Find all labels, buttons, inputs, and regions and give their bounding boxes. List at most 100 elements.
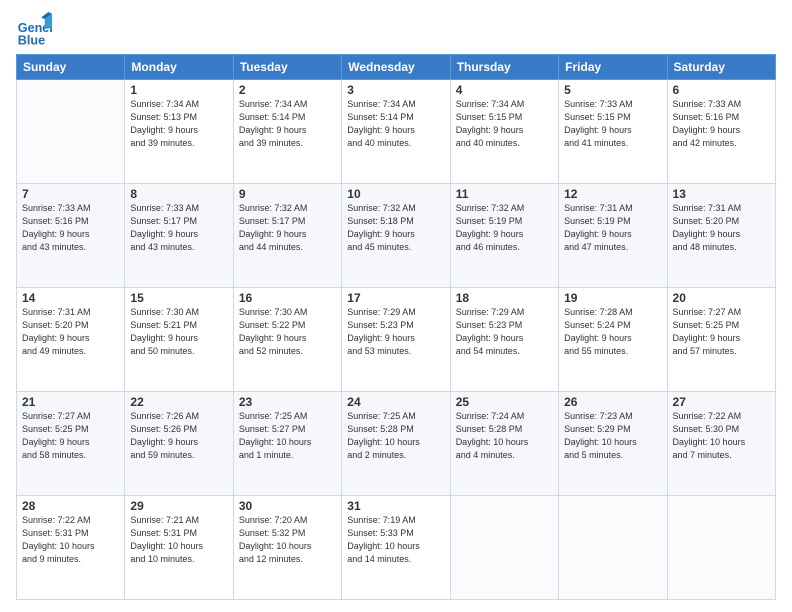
day-info: Sunrise: 7:31 AMSunset: 5:20 PMDaylight:… [22,306,119,358]
day-number: 25 [456,395,553,409]
calendar-cell: 2Sunrise: 7:34 AMSunset: 5:14 PMDaylight… [233,80,341,184]
calendar-week-1: 1Sunrise: 7:34 AMSunset: 5:13 PMDaylight… [17,80,776,184]
calendar-cell: 9Sunrise: 7:32 AMSunset: 5:17 PMDaylight… [233,184,341,288]
day-info: Sunrise: 7:28 AMSunset: 5:24 PMDaylight:… [564,306,661,358]
day-info: Sunrise: 7:24 AMSunset: 5:28 PMDaylight:… [456,410,553,462]
calendar-cell: 15Sunrise: 7:30 AMSunset: 5:21 PMDayligh… [125,288,233,392]
day-number: 9 [239,187,336,201]
day-info: Sunrise: 7:31 AMSunset: 5:19 PMDaylight:… [564,202,661,254]
calendar-week-2: 7Sunrise: 7:33 AMSunset: 5:16 PMDaylight… [17,184,776,288]
calendar-week-3: 14Sunrise: 7:31 AMSunset: 5:20 PMDayligh… [17,288,776,392]
day-number: 1 [130,83,227,97]
day-info: Sunrise: 7:32 AMSunset: 5:19 PMDaylight:… [456,202,553,254]
day-info: Sunrise: 7:27 AMSunset: 5:25 PMDaylight:… [22,410,119,462]
calendar-header-row: SundayMondayTuesdayWednesdayThursdayFrid… [17,55,776,80]
calendar-cell [17,80,125,184]
calendar-cell: 27Sunrise: 7:22 AMSunset: 5:30 PMDayligh… [667,392,775,496]
calendar-table: SundayMondayTuesdayWednesdayThursdayFrid… [16,54,776,600]
logo: General Blue [16,12,52,48]
calendar-cell: 21Sunrise: 7:27 AMSunset: 5:25 PMDayligh… [17,392,125,496]
day-info: Sunrise: 7:33 AMSunset: 5:16 PMDaylight:… [673,98,770,150]
day-number: 11 [456,187,553,201]
calendar-cell [450,496,558,600]
calendar-cell: 20Sunrise: 7:27 AMSunset: 5:25 PMDayligh… [667,288,775,392]
calendar-cell: 1Sunrise: 7:34 AMSunset: 5:13 PMDaylight… [125,80,233,184]
day-info: Sunrise: 7:25 AMSunset: 5:28 PMDaylight:… [347,410,444,462]
day-info: Sunrise: 7:19 AMSunset: 5:33 PMDaylight:… [347,514,444,566]
day-number: 4 [456,83,553,97]
day-info: Sunrise: 7:21 AMSunset: 5:31 PMDaylight:… [130,514,227,566]
calendar-cell: 31Sunrise: 7:19 AMSunset: 5:33 PMDayligh… [342,496,450,600]
calendar-cell: 22Sunrise: 7:26 AMSunset: 5:26 PMDayligh… [125,392,233,496]
calendar-body: 1Sunrise: 7:34 AMSunset: 5:13 PMDaylight… [17,80,776,600]
calendar-week-5: 28Sunrise: 7:22 AMSunset: 5:31 PMDayligh… [17,496,776,600]
day-number: 15 [130,291,227,305]
day-info: Sunrise: 7:22 AMSunset: 5:30 PMDaylight:… [673,410,770,462]
day-number: 16 [239,291,336,305]
calendar-cell: 14Sunrise: 7:31 AMSunset: 5:20 PMDayligh… [17,288,125,392]
day-number: 30 [239,499,336,513]
day-number: 31 [347,499,444,513]
day-number: 23 [239,395,336,409]
calendar-cell: 26Sunrise: 7:23 AMSunset: 5:29 PMDayligh… [559,392,667,496]
page-header: General Blue [16,12,776,48]
calendar-cell [667,496,775,600]
day-number: 29 [130,499,227,513]
day-info: Sunrise: 7:25 AMSunset: 5:27 PMDaylight:… [239,410,336,462]
svg-text:Blue: Blue [18,33,45,47]
day-info: Sunrise: 7:34 AMSunset: 5:14 PMDaylight:… [347,98,444,150]
weekday-header-sunday: Sunday [17,55,125,80]
calendar-cell: 16Sunrise: 7:30 AMSunset: 5:22 PMDayligh… [233,288,341,392]
day-number: 27 [673,395,770,409]
day-number: 13 [673,187,770,201]
day-number: 7 [22,187,119,201]
calendar-cell: 8Sunrise: 7:33 AMSunset: 5:17 PMDaylight… [125,184,233,288]
weekday-header-monday: Monday [125,55,233,80]
day-number: 2 [239,83,336,97]
calendar-cell: 11Sunrise: 7:32 AMSunset: 5:19 PMDayligh… [450,184,558,288]
calendar-cell: 3Sunrise: 7:34 AMSunset: 5:14 PMDaylight… [342,80,450,184]
day-number: 8 [130,187,227,201]
day-info: Sunrise: 7:33 AMSunset: 5:15 PMDaylight:… [564,98,661,150]
calendar-cell: 6Sunrise: 7:33 AMSunset: 5:16 PMDaylight… [667,80,775,184]
day-info: Sunrise: 7:34 AMSunset: 5:15 PMDaylight:… [456,98,553,150]
day-info: Sunrise: 7:32 AMSunset: 5:17 PMDaylight:… [239,202,336,254]
day-info: Sunrise: 7:32 AMSunset: 5:18 PMDaylight:… [347,202,444,254]
day-info: Sunrise: 7:23 AMSunset: 5:29 PMDaylight:… [564,410,661,462]
calendar-cell: 12Sunrise: 7:31 AMSunset: 5:19 PMDayligh… [559,184,667,288]
day-number: 3 [347,83,444,97]
weekday-header-tuesday: Tuesday [233,55,341,80]
calendar-cell: 29Sunrise: 7:21 AMSunset: 5:31 PMDayligh… [125,496,233,600]
day-number: 24 [347,395,444,409]
day-number: 14 [22,291,119,305]
logo-icon: General Blue [16,12,52,48]
weekday-header-thursday: Thursday [450,55,558,80]
calendar-week-4: 21Sunrise: 7:27 AMSunset: 5:25 PMDayligh… [17,392,776,496]
day-number: 20 [673,291,770,305]
day-number: 19 [564,291,661,305]
day-info: Sunrise: 7:26 AMSunset: 5:26 PMDaylight:… [130,410,227,462]
weekday-header-friday: Friday [559,55,667,80]
day-info: Sunrise: 7:29 AMSunset: 5:23 PMDaylight:… [456,306,553,358]
day-number: 18 [456,291,553,305]
calendar-cell: 4Sunrise: 7:34 AMSunset: 5:15 PMDaylight… [450,80,558,184]
day-info: Sunrise: 7:33 AMSunset: 5:16 PMDaylight:… [22,202,119,254]
day-number: 17 [347,291,444,305]
calendar-cell: 25Sunrise: 7:24 AMSunset: 5:28 PMDayligh… [450,392,558,496]
calendar-cell: 5Sunrise: 7:33 AMSunset: 5:15 PMDaylight… [559,80,667,184]
calendar-cell: 28Sunrise: 7:22 AMSunset: 5:31 PMDayligh… [17,496,125,600]
day-number: 28 [22,499,119,513]
day-info: Sunrise: 7:34 AMSunset: 5:14 PMDaylight:… [239,98,336,150]
calendar-cell: 17Sunrise: 7:29 AMSunset: 5:23 PMDayligh… [342,288,450,392]
day-number: 5 [564,83,661,97]
calendar-cell: 7Sunrise: 7:33 AMSunset: 5:16 PMDaylight… [17,184,125,288]
calendar-cell: 18Sunrise: 7:29 AMSunset: 5:23 PMDayligh… [450,288,558,392]
day-number: 6 [673,83,770,97]
weekday-header-wednesday: Wednesday [342,55,450,80]
day-info: Sunrise: 7:31 AMSunset: 5:20 PMDaylight:… [673,202,770,254]
day-number: 26 [564,395,661,409]
day-info: Sunrise: 7:30 AMSunset: 5:21 PMDaylight:… [130,306,227,358]
day-number: 12 [564,187,661,201]
weekday-header-saturday: Saturday [667,55,775,80]
day-number: 10 [347,187,444,201]
